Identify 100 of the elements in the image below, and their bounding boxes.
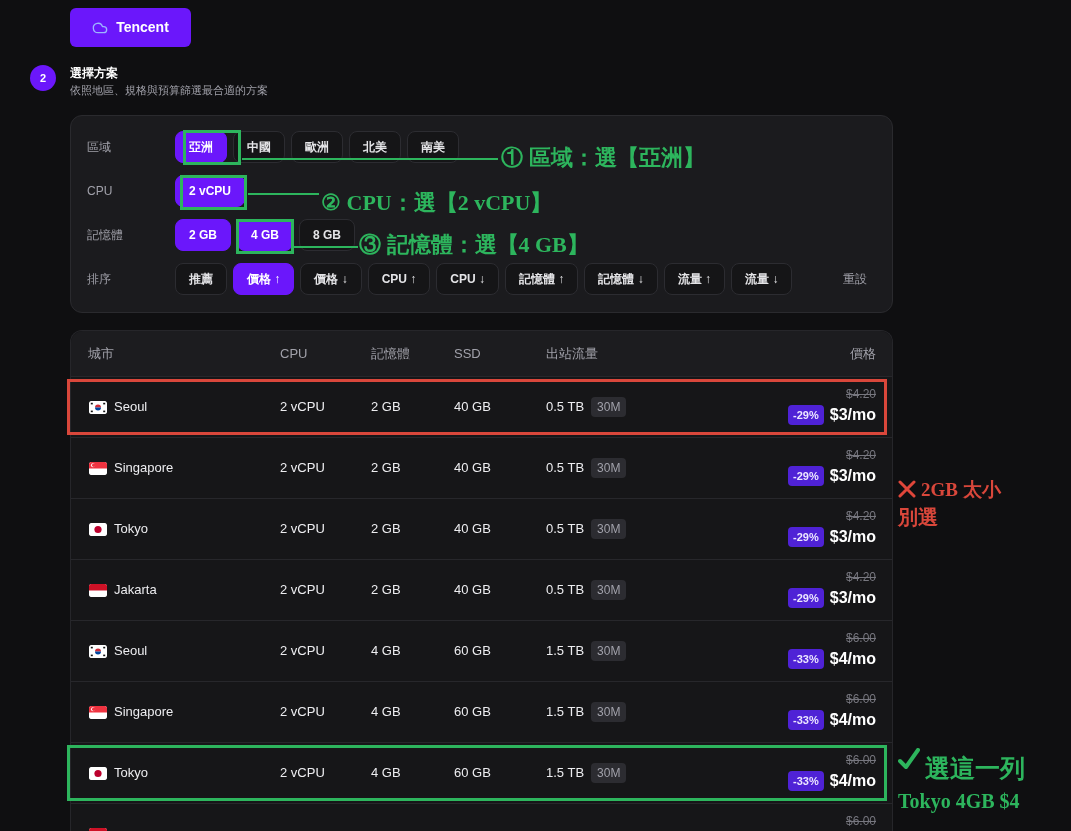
filter-chip[interactable]: 8 GB — [299, 219, 356, 251]
filter-chip[interactable]: 北美 — [349, 131, 401, 163]
discount-badge: -33% — [788, 710, 824, 730]
table-cell: 2 GB — [371, 582, 401, 598]
table-cell: 2 vCPU — [280, 765, 325, 781]
bandwidth-badge: 30M — [591, 763, 627, 783]
filter-chip[interactable]: 流量 ↓ — [731, 263, 793, 295]
table-cell: 40 GB — [454, 460, 491, 476]
step-number: 2 — [30, 65, 56, 91]
old-price: $6.00 — [845, 692, 876, 706]
filter-chip[interactable]: CPU ↓ — [436, 263, 500, 295]
filter-label: 排序 — [87, 271, 112, 288]
discount-badge: -33% — [788, 649, 824, 669]
filter-chip[interactable]: 價格 ↑ — [233, 263, 295, 295]
table-cell: 2 GB — [371, 521, 401, 537]
filter-label: CPU — [87, 183, 114, 200]
leader-line — [292, 246, 358, 248]
old-price: $4.20 — [845, 509, 876, 523]
old-price: $6.00 — [845, 631, 876, 645]
bandwidth-badge: 30M — [591, 580, 627, 600]
note-text: 2GB 太小 — [921, 478, 1001, 502]
step-subtitle: 依照地區、規格與預算篩選最合適的方案 — [70, 83, 268, 98]
table-cell-text: 1.5 TB — [546, 764, 585, 783]
table-cell: 4 GB — [371, 765, 401, 781]
discount-badge: -29% — [788, 466, 824, 486]
discount-badge: -29% — [788, 405, 824, 425]
table-cell: 2 GB — [371, 399, 401, 415]
filter-label: 記憶體 — [87, 227, 124, 244]
leader-line — [248, 193, 319, 195]
cross-icon — [898, 480, 916, 498]
table-cell: 2 vCPU — [280, 521, 325, 537]
filter-chip[interactable]: CPU ↑ — [367, 263, 431, 295]
filter-chip[interactable]: 推薦 — [175, 263, 227, 295]
filter-chip[interactable]: 價格 ↓ — [300, 263, 362, 295]
price-text: $4/mo — [829, 710, 876, 730]
table-cell-text: 1.5 TB — [546, 642, 585, 661]
filter-chip[interactable]: 流量 ↑ — [663, 263, 726, 295]
column-header: 價格 — [850, 344, 876, 363]
note-text: 別選 — [898, 505, 938, 529]
table-cell: 2 vCPU — [280, 399, 325, 415]
table-cell: 2 GB — [371, 460, 401, 476]
bandwidth-badge: 30M — [591, 702, 627, 722]
bandwidth-badge: 30M — [591, 641, 627, 661]
column-header: 城市 — [88, 344, 115, 363]
filter-chip[interactable]: 記憶體 ↑ — [505, 263, 579, 295]
price-text: $3/mo — [829, 588, 876, 608]
reset-button[interactable]: 重設 — [843, 270, 867, 288]
filter-chip[interactable]: 記憶體 ↓ — [584, 263, 658, 295]
city-name: Singapore — [114, 703, 174, 722]
filter-chip[interactable]: 歐洲 — [291, 131, 343, 163]
price-text: $3/mo — [829, 527, 876, 547]
filter-label: 區域 — [87, 139, 112, 156]
discount-badge: -29% — [788, 588, 824, 608]
table-cell: 2 vCPU — [280, 643, 325, 659]
table-cell: 4 GB — [371, 643, 401, 659]
price-text: $4/mo — [829, 649, 876, 669]
table-cell: 60 GB — [454, 765, 491, 781]
filter-chip[interactable]: 2 GB — [175, 219, 231, 251]
table-cell: 2 vCPU — [280, 582, 325, 598]
city-name: Tokyo — [114, 764, 148, 783]
callout-text: ① 區域：選【亞洲】 — [501, 145, 705, 171]
check-icon — [898, 748, 920, 770]
discount-badge: -29% — [788, 527, 824, 547]
table-cell: 2 vCPU — [280, 460, 325, 476]
table-cell-text: 0.5 TB — [546, 520, 585, 539]
callout-text: ② CPU：選【2 vCPU】 — [321, 190, 553, 216]
table-cell: 40 GB — [454, 521, 491, 537]
old-price: $6.00 — [845, 753, 876, 767]
table-cell: 60 GB — [454, 704, 491, 720]
note-text: 選這一列 — [925, 754, 1025, 784]
city-name: Seoul — [114, 398, 148, 417]
city-name: Seoul — [114, 642, 148, 661]
filter-chip[interactable]: 中國 — [233, 131, 285, 163]
old-price: $6.00 — [845, 814, 876, 828]
callout-text: ③ 記憶體：選【4 GB】 — [359, 232, 589, 258]
old-price: $4.20 — [845, 448, 876, 462]
column-header: 出站流量 — [546, 344, 599, 363]
table-cell: 4 GB — [371, 704, 401, 720]
table-cell-text: 0.5 TB — [546, 459, 585, 478]
price-text: $3/mo — [829, 466, 876, 486]
table-cell-text: 0.5 TB — [546, 398, 585, 417]
discount-badge: -33% — [788, 771, 824, 791]
price-text: $3/mo — [829, 405, 876, 425]
provider-button[interactable]: Tencent — [70, 8, 191, 47]
city-name: Singapore — [114, 459, 174, 478]
old-price: $4.20 — [845, 570, 876, 584]
price-text: $4/mo — [829, 771, 876, 791]
city-name: Tokyo — [114, 520, 148, 539]
bandwidth-badge: 30M — [591, 458, 627, 478]
filter-chip[interactable]: 南美 — [407, 131, 459, 163]
bandwidth-badge: 30M — [591, 519, 627, 539]
note-text: Tokyo 4GB $4 — [898, 789, 1020, 813]
table-cell-text: 0.5 TB — [546, 581, 585, 600]
table-cell: 60 GB — [454, 643, 491, 659]
column-header: SSD — [454, 344, 482, 363]
table-cell: 40 GB — [454, 399, 491, 415]
bandwidth-badge: 30M — [591, 397, 627, 417]
city-name: Jakarta — [114, 581, 157, 600]
step-title: 選擇方案 — [70, 65, 119, 81]
column-header: CPU — [280, 344, 309, 363]
